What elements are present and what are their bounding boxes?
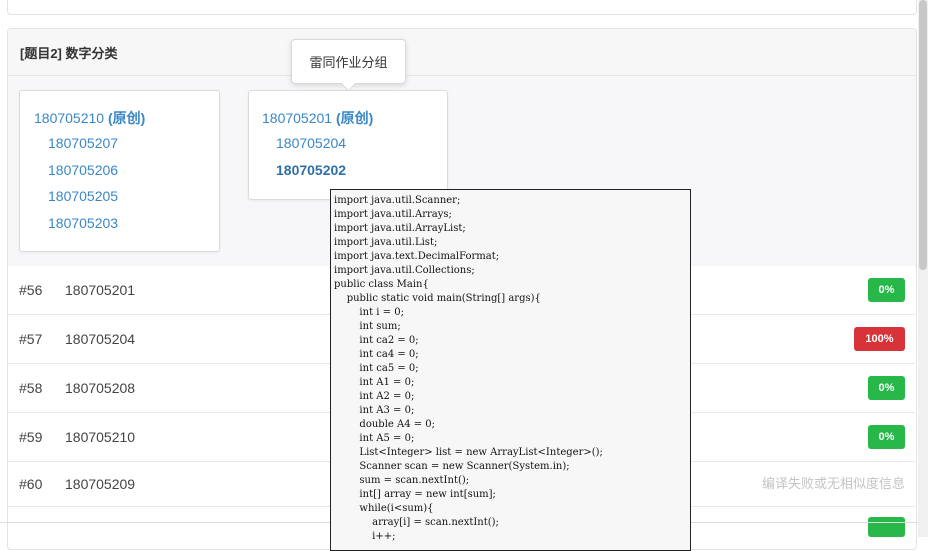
code-line: int ca5 = 0; — [359, 363, 419, 374]
code-line: int A1 = 0; — [359, 377, 415, 388]
group-card-1: 180705210 (原创) 180705207 180705206 18070… — [19, 90, 220, 252]
previous-panel-edge — [7, 0, 917, 15]
group-1-member-link[interactable]: 180705207 — [48, 135, 118, 151]
similarity-badge[interactable]: 0% — [868, 376, 905, 400]
similarity-badge[interactable]: 0% — [868, 425, 905, 449]
group-2-member-link-hovered[interactable]: 180705202 — [276, 162, 346, 178]
problem-title: [题目2] 数字分类 — [8, 29, 916, 76]
code-line: import java.util.ArrayList; — [334, 223, 466, 234]
student-id[interactable]: 180705210 — [65, 413, 135, 461]
code-line: import java.util.List; — [334, 237, 438, 248]
group-1-member-link[interactable]: 180705203 — [48, 215, 118, 231]
code-line: Scanner scan = new Scanner(System.in); — [359, 461, 570, 472]
code-line: import java.text.DecimalFormat; — [334, 251, 500, 262]
group-card-2: 180705201 (原创) 180705204 180705202 — [248, 90, 448, 200]
group-2-member-link[interactable]: 180705204 — [276, 135, 346, 151]
code-line: import java.util.Arrays; — [334, 209, 452, 220]
row-number: #59 — [19, 429, 43, 445]
group-tooltip: 雷同作业分组 — [291, 39, 406, 84]
similarity-badge[interactable]: 100% — [854, 327, 905, 351]
group-1-member-link[interactable]: 180705206 — [48, 162, 118, 178]
code-line: public class Main{ — [334, 279, 429, 290]
code-line: while(i<sum){ — [359, 503, 434, 514]
code-line: array[i] = scan.nextInt(); — [372, 517, 499, 528]
code-line: int ca4 = 0; — [359, 349, 419, 360]
no-similarity-message: 编译失败或无相似度信息 — [761, 476, 905, 491]
row-number: #58 — [19, 380, 43, 396]
code-line: int sum; — [359, 321, 401, 332]
student-id[interactable]: 180705209 — [65, 462, 135, 506]
code-line: int ca2 = 0; — [359, 335, 419, 346]
scrollbar-track[interactable] — [918, 0, 928, 537]
code-line: int i = 0; — [359, 307, 404, 318]
code-preview-popup: import java.util.Scanner; import java.ut… — [330, 189, 691, 551]
student-id[interactable]: 180705208 — [65, 364, 135, 412]
code-text: import java.util.Scanner; import java.ut… — [331, 190, 690, 544]
group-1-member-link[interactable]: 180705205 — [48, 188, 118, 204]
code-line: int[] array = new int[sum]; — [359, 489, 496, 500]
group-1-origin-link[interactable]: 180705210 (原创) — [34, 108, 145, 128]
group-1-origin-tag: (原创) — [107, 110, 146, 126]
group-2-origin-id: 180705201 — [262, 110, 333, 126]
scrollbar-thumb[interactable] — [919, 0, 927, 270]
code-line: int A5 = 0; — [359, 433, 415, 444]
row-number: #60 — [19, 476, 43, 492]
group-1-origin-id: 180705210 — [34, 110, 105, 126]
student-id[interactable]: 180705204 — [65, 315, 135, 363]
code-line: List<Integer> list = new ArrayList<Integ… — [359, 447, 603, 458]
group-2-origin-link[interactable]: 180705201 (原创) — [262, 108, 373, 128]
code-line: int A3 = 0; — [359, 405, 415, 416]
code-line: int A2 = 0; — [359, 391, 415, 402]
similarity-badge[interactable]: 0% — [868, 278, 905, 302]
similarity-badge-partial[interactable] — [868, 517, 905, 537]
code-line: public static void main(String[] args){ — [346, 293, 541, 304]
code-line: import java.util.Collections; — [334, 265, 475, 276]
group-2-origin-tag: (原创) — [335, 110, 374, 126]
code-line: sum = scan.nextInt(); — [359, 475, 470, 486]
code-line: import java.util.Scanner; — [334, 195, 461, 206]
student-id[interactable]: 180705201 — [65, 266, 135, 314]
row-number: #57 — [19, 331, 43, 347]
code-line: double A4 = 0; — [359, 419, 436, 430]
row-number: #56 — [19, 282, 43, 298]
